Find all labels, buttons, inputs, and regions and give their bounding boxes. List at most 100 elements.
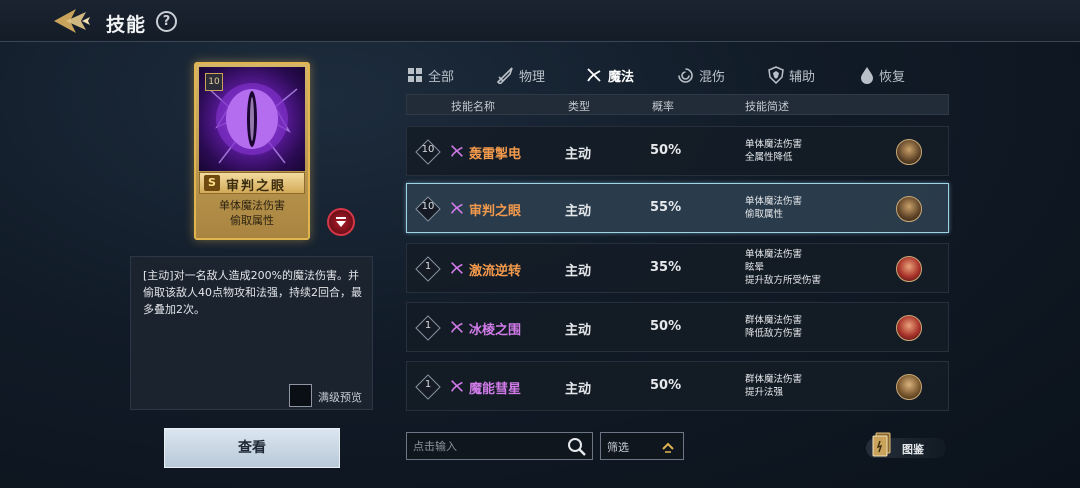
column-header-rate: 概率 <box>652 100 674 113</box>
row-skill-name: 激流逆转 <box>469 264 522 279</box>
hero-avatar <box>896 256 922 282</box>
tab-heal[interactable]: 恢复 <box>860 64 905 86</box>
row-desc: 群体魔法伤害 提升法强 <box>745 373 802 399</box>
column-header-type: 类型 <box>568 100 590 113</box>
row-desc-line: 眩晕 <box>745 262 765 273</box>
row-level: 1 <box>424 261 432 272</box>
hero-avatar <box>896 374 922 400</box>
card-book-icon[interactable] <box>872 432 892 458</box>
row-rate: 55% <box>650 200 682 215</box>
row-desc: 单体魔法伤害 偷取属性 <box>745 195 802 221</box>
row-desc: 群体魔法伤害 降低敌方伤害 <box>745 314 802 340</box>
row-skill-name: 魔能彗星 <box>469 382 522 397</box>
row-desc: 单体魔法伤害 眩晕 提升敌方所受伤害 <box>745 248 821 287</box>
magic-icon <box>587 68 601 82</box>
skill-description-panel: [主动]对一名敌人造成200%的魔法伤害。并偷取该敌人40点物攻和法强，持续2回… <box>130 256 373 410</box>
row-desc-line: 提升法强 <box>745 387 784 398</box>
chevron-up-icon <box>662 442 674 453</box>
down-arrow-icon <box>336 217 346 227</box>
column-header-name: 技能名称 <box>451 100 495 113</box>
maxlevel-preview-label: 满级预览 <box>318 391 362 404</box>
card-desc-line: 单体魔法伤害 <box>219 199 285 212</box>
row-desc-line: 全属性降低 <box>745 152 793 163</box>
tab-label: 混伤 <box>699 69 726 85</box>
view-button[interactable]: 查看 <box>164 428 340 468</box>
card-level-badge: 10 <box>205 73 223 91</box>
filter-label: 筛选 <box>607 441 629 454</box>
search-box <box>406 432 593 460</box>
row-rate: 50% <box>650 319 682 334</box>
table-row[interactable]: 1 魔能彗星 主动 50% 群体魔法伤害 提升法强 <box>406 361 949 411</box>
column-header-desc: 技能简述 <box>745 100 789 113</box>
tab-label: 恢复 <box>879 69 906 85</box>
magic-icon <box>450 202 463 214</box>
table-row[interactable]: 10 审判之眼 主动 55% 单体魔法伤害 偷取属性 <box>406 183 949 233</box>
tab-label: 魔法 <box>608 69 635 85</box>
row-level: 10 <box>421 144 435 155</box>
rank-badge: S <box>204 175 220 191</box>
card-skill-name: 审判之眼 <box>226 179 287 194</box>
row-type: 主动 <box>565 147 592 162</box>
hero-avatar <box>896 315 922 341</box>
search-input[interactable] <box>407 433 567 459</box>
tab-physical[interactable]: 物理 <box>496 64 545 86</box>
magic-icon <box>450 321 463 333</box>
row-desc-line: 单体魔法伤害 <box>745 249 803 260</box>
tab-support[interactable]: 辅助 <box>768 64 815 86</box>
tab-all[interactable]: 全部 <box>407 64 454 86</box>
row-level: 10 <box>421 201 435 212</box>
row-desc-line: 单体魔法伤害 <box>745 139 803 150</box>
shield-icon <box>768 66 784 84</box>
row-skill-name: 审判之眼 <box>469 204 522 219</box>
tab-label: 物理 <box>519 69 546 85</box>
row-rate: 50% <box>650 378 682 393</box>
hero-avatar <box>896 139 922 165</box>
skill-card[interactable]: 10 S 审判之眼 单体魔法伤害 偷取属性 <box>194 62 310 240</box>
row-desc-line: 降低敌方伤害 <box>745 328 803 339</box>
unequip-button[interactable] <box>327 208 355 236</box>
grid-icon <box>408 68 422 82</box>
sword-icon <box>496 67 513 84</box>
table-row[interactable]: 1 冰棱之围 主动 50% 群体魔法伤害 降低敌方伤害 <box>406 302 949 352</box>
row-desc-line: 群体魔法伤害 <box>745 315 803 326</box>
skill-art-eye-icon: 10 <box>199 67 305 171</box>
search-icon[interactable] <box>567 437 587 457</box>
drop-icon <box>861 67 873 84</box>
row-rate: 35% <box>650 260 682 275</box>
card-description: 单体魔法伤害 偷取属性 <box>199 198 305 228</box>
row-skill-name: 冰棱之围 <box>469 323 522 338</box>
table-header: 技能名称 类型 概率 技能简述 <box>406 94 949 115</box>
row-level: 1 <box>424 320 432 331</box>
maxlevel-preview-checkbox[interactable] <box>289 384 312 407</box>
table-row[interactable]: 10 轰雷掣电 主动 50% 单体魔法伤害 全属性降低 <box>406 126 949 176</box>
codex-label: 图鉴 <box>902 443 924 456</box>
row-rate: 50% <box>650 143 682 158</box>
tab-label: 全部 <box>428 69 455 85</box>
card-desc-line: 偷取属性 <box>230 214 274 227</box>
row-type: 主动 <box>565 204 592 219</box>
row-type: 主动 <box>565 382 592 397</box>
row-skill-name: 轰雷掣电 <box>469 147 522 162</box>
row-desc-line: 提升敌方所受伤害 <box>745 275 822 286</box>
magic-icon <box>450 380 463 392</box>
row-type: 主动 <box>565 323 592 338</box>
magic-icon <box>450 145 463 157</box>
table-row[interactable]: 1 激流逆转 主动 35% 单体魔法伤害 眩晕 提升敌方所受伤害 <box>406 243 949 293</box>
filter-button[interactable]: 筛选 <box>600 432 684 460</box>
back-arrow-icon[interactable] <box>52 6 96 36</box>
tab-magic[interactable]: 魔法 <box>585 64 634 86</box>
row-type: 主动 <box>565 264 592 279</box>
row-desc-line: 偷取属性 <box>745 209 784 220</box>
page-title: 技能 <box>106 14 147 36</box>
tab-mixed[interactable]: 混伤 <box>677 64 725 86</box>
row-desc: 单体魔法伤害 全属性降低 <box>745 138 802 164</box>
card-name-bar: S 审判之眼 <box>199 172 305 194</box>
swirl-icon <box>678 67 693 83</box>
row-desc-line: 群体魔法伤害 <box>745 374 803 385</box>
row-desc-line: 单体魔法伤害 <box>745 196 803 207</box>
help-icon[interactable]: ? <box>156 11 177 32</box>
row-level: 1 <box>424 379 432 390</box>
tab-label: 辅助 <box>789 69 816 85</box>
skill-description-text: [主动]对一名敌人造成200%的魔法伤害。并偷取该敌人40点物攻和法强，持续2回… <box>143 269 362 316</box>
top-bar: 技能 ? <box>0 0 1080 42</box>
